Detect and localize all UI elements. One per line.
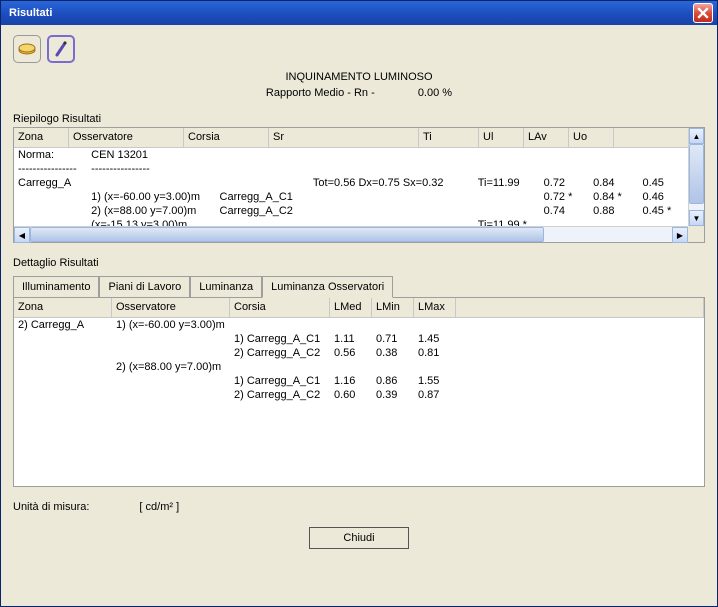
tool-button-1[interactable] (13, 35, 41, 63)
scroll-up-icon[interactable]: ▲ (689, 128, 704, 144)
table-row[interactable]: 1) (x=-60.00 y=3.00)mCarregg_A_C10.72 *0… (14, 190, 688, 204)
titlebar: Risultati (1, 1, 717, 25)
unit-line: Unità di misura: [ cd/m² ] (13, 501, 705, 513)
summary-col-ul[interactable]: Ul (479, 128, 524, 147)
summary-col-ti[interactable]: Ti (419, 128, 479, 147)
summary-col-osservatore[interactable]: Osservatore (69, 128, 184, 147)
scroll-right-icon[interactable]: ▶ (672, 227, 688, 243)
toolbar (13, 35, 705, 63)
table-row[interactable]: 2) (x=88.00 y=7.00)mCarregg_A_C20.740.88… (14, 204, 688, 218)
summary-col-corsia[interactable]: Corsia (184, 128, 269, 147)
close-button[interactable]: Chiudi (309, 527, 409, 549)
table-row[interactable]: (x=-15.13 y=3.00)mTi=11.99 * (14, 218, 688, 226)
results-window: Risultati INQUINAMENTO LUMINOSO Rapporto… (0, 0, 718, 607)
summary-col-sr[interactable]: Sr (269, 128, 419, 147)
unit-value: [ cd/m² ] (139, 501, 179, 513)
table-row[interactable]: 1) Carregg_A_C11.160.861.55 (14, 374, 456, 388)
table-row[interactable]: -------------------------------- (14, 162, 688, 176)
ratio-label: Rapporto Medio - Rn - (266, 87, 375, 99)
detail-grid: ZonaOsservatoreCorsiaLMedLMinLMax 2) Car… (13, 297, 705, 487)
detail-col-corsia[interactable]: Corsia (230, 298, 330, 317)
ratio-value: 0.00 % (418, 87, 452, 99)
summary-body: Norma:CEN 13201-------------------------… (14, 148, 688, 226)
ratio-line: Rapporto Medio - Rn - 0.00 % (13, 87, 705, 99)
summary-col-lav[interactable]: LAv (524, 128, 569, 147)
section-heading: INQUINAMENTO LUMINOSO (13, 71, 705, 83)
summary-vscroll[interactable]: ▲ ▼ (688, 128, 704, 226)
detail-col-lmax[interactable]: LMax (414, 298, 456, 317)
scroll-down-icon[interactable]: ▼ (689, 210, 704, 226)
summary-columns: ZonaOsservatoreCorsiaSrTiUlLAvUo (14, 128, 704, 148)
summary-col-zona[interactable]: Zona (14, 128, 69, 147)
tool-button-2[interactable] (47, 35, 75, 63)
summary-label: Riepilogo Risultati (13, 113, 705, 125)
detail-tabs: IlluminamentoPiani di LavoroLuminanzaLum… (13, 275, 705, 297)
table-row[interactable]: Carregg_ATot=0.56 Dx=0.75 Sx=0.32Ti=11.9… (14, 176, 688, 190)
table-row[interactable]: 1) Carregg_A_C11.110.711.45 (14, 332, 456, 346)
detail-label: Dettaglio Risultati (13, 257, 705, 269)
table-row[interactable]: 2) Carregg_A_C20.600.390.87 (14, 388, 456, 402)
table-row[interactable]: 2) (x=88.00 y=7.00)m (14, 360, 456, 374)
table-row[interactable]: 2) Carregg_A1) (x=-60.00 y=3.00)m (14, 318, 456, 332)
summary-grid: ZonaOsservatoreCorsiaSrTiUlLAvUo Norma:C… (13, 127, 705, 243)
summary-hscroll[interactable]: ◀ ▶ (14, 226, 688, 242)
detail-col-zona[interactable]: Zona (14, 298, 112, 317)
unit-label: Unità di misura: (13, 501, 89, 513)
detail-columns: ZonaOsservatoreCorsiaLMedLMinLMax (14, 298, 704, 318)
detail-col-lmin[interactable]: LMin (372, 298, 414, 317)
summary-col-uo[interactable]: Uo (569, 128, 614, 147)
table-row[interactable]: 2) Carregg_A_C20.560.380.81 (14, 346, 456, 360)
close-window-button[interactable] (693, 3, 713, 23)
window-title: Risultati (5, 7, 693, 19)
tab-piani-di-lavoro[interactable]: Piani di Lavoro (99, 276, 190, 298)
detail-col-lmed[interactable]: LMed (330, 298, 372, 317)
scroll-left-icon[interactable]: ◀ (14, 227, 30, 243)
tab-luminanza-osservatori[interactable]: Luminanza Osservatori (262, 276, 393, 298)
tab-luminanza[interactable]: Luminanza (190, 276, 262, 298)
detail-col-osservatore[interactable]: Osservatore (112, 298, 230, 317)
detail-body: 2) Carregg_A1) (x=-60.00 y=3.00)m1) Carr… (14, 318, 704, 402)
table-row[interactable]: Norma:CEN 13201 (14, 148, 688, 162)
tab-illuminamento[interactable]: Illuminamento (13, 276, 99, 298)
